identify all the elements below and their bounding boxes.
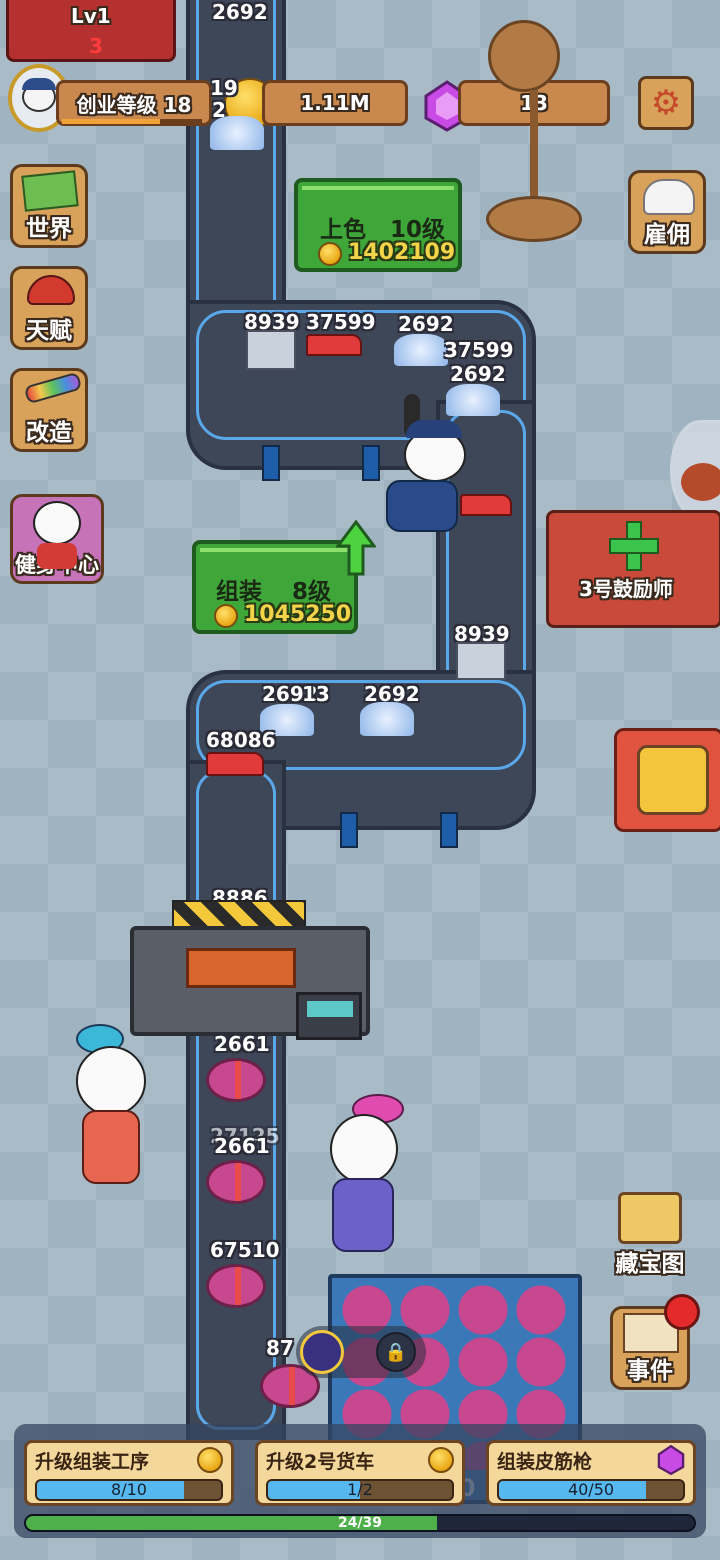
station-paint-name: 上色 bbox=[320, 217, 366, 243]
upgrade-arrow-icon bbox=[335, 519, 377, 576]
rabbit-gym-icon bbox=[33, 501, 81, 545]
station-paint-cost: 1402109 bbox=[348, 240, 456, 265]
station-assemble[interactable]: 组装 8级 1045250 bbox=[192, 540, 358, 634]
belt-leg bbox=[340, 812, 358, 848]
upgrade-truck-progress: 1/2 bbox=[266, 1479, 454, 1501]
item-count: 19 bbox=[210, 76, 238, 100]
red-gun-icon bbox=[306, 334, 362, 356]
treasure-chest-button[interactable] bbox=[614, 728, 720, 832]
level-stand[interactable]: Lv1 3 bbox=[6, 0, 176, 62]
upgrade-assembly-progress: 8/10 bbox=[35, 1479, 223, 1501]
item-count: 87 bbox=[266, 1336, 294, 1360]
red-gun-icon bbox=[460, 494, 512, 516]
level-stand-sub: 3 bbox=[89, 34, 103, 58]
ticket-icon bbox=[300, 1330, 344, 1374]
station-assemble-cost: 1045250 bbox=[244, 602, 352, 627]
fan-decoration bbox=[480, 0, 590, 250]
upgrade-assembly-title: 升级组装工序 bbox=[35, 1451, 150, 1473]
cap-icon bbox=[22, 78, 56, 90]
cheerleader-label: 3号鼓励师 bbox=[579, 577, 673, 601]
upgrade-slingshot-title: 组装皮筋枪 bbox=[497, 1451, 593, 1473]
upgrade-slingshot-card[interactable]: 组装皮筋枪 40/50 bbox=[486, 1440, 696, 1506]
belt-leg bbox=[262, 445, 280, 481]
upgrade-slingshot-progress: 40/50 bbox=[497, 1479, 685, 1501]
coin-icon bbox=[428, 1447, 454, 1473]
gym-button[interactable]: 健身中心 bbox=[10, 494, 104, 584]
remodel-button[interactable]: 改造 bbox=[10, 368, 88, 452]
rabbit-group-icon bbox=[643, 179, 695, 215]
station-assemble-name: 组装 bbox=[216, 579, 262, 605]
item-count: 2692 bbox=[450, 362, 506, 386]
coins-pill[interactable]: 1.11M bbox=[262, 80, 408, 126]
coins-value: 1.11M bbox=[300, 91, 370, 115]
diamond-pile-icon bbox=[394, 334, 448, 366]
rabbit-worker-blue-kimono[interactable] bbox=[322, 1094, 422, 1260]
red-gun-icon bbox=[206, 752, 264, 776]
red-outfit-icon bbox=[37, 543, 77, 569]
item-count: 67510 bbox=[210, 1238, 280, 1262]
item-count: 2661 bbox=[214, 1134, 270, 1158]
notification-dot bbox=[664, 1294, 700, 1330]
talent-label: 天赋 bbox=[26, 318, 72, 344]
locked-slot-button[interactable]: 🔒 bbox=[296, 1326, 426, 1378]
paint-roller-icon bbox=[23, 371, 83, 405]
world-label: 世界 bbox=[26, 216, 72, 242]
red-cap-icon bbox=[27, 275, 75, 305]
level-title: 创业等级 18 bbox=[76, 92, 192, 117]
chest-icon bbox=[637, 745, 709, 815]
upgrade-slingshot-progress-text: 40/50 bbox=[567, 1480, 615, 1499]
treasure-map-label: 藏宝图 bbox=[615, 1251, 685, 1277]
station-paint[interactable]: 上色 10级 1402109 bbox=[294, 178, 462, 272]
item-count: 13 bbox=[302, 682, 330, 706]
item-count: 68086 bbox=[206, 728, 276, 752]
upgrade-assembly-progress-text: 8/10 bbox=[111, 1480, 147, 1499]
hire-label: 雇佣 bbox=[644, 222, 690, 248]
upgrade-truck-card[interactable]: 升级2号货车 1/2 bbox=[255, 1440, 465, 1506]
gem-icon bbox=[657, 1444, 685, 1476]
upgrade-truck-title: 升级2号货车 bbox=[266, 1451, 375, 1473]
cake-item bbox=[206, 1160, 266, 1204]
belt-leg bbox=[440, 812, 458, 848]
cheerleader-booth[interactable]: 3号鼓励师 bbox=[546, 510, 720, 628]
item-count: 2661 bbox=[214, 1032, 270, 1056]
coin-icon bbox=[197, 1447, 223, 1473]
overall-progress-bar: 24/39 bbox=[24, 1514, 696, 1532]
upgrade-assembly-card[interactable]: 升级组装工序 8/10 bbox=[24, 1440, 234, 1506]
cake-item bbox=[206, 1264, 266, 1308]
lock-icon: 🔒 bbox=[376, 1332, 416, 1372]
item-count: 2692 bbox=[212, 0, 268, 24]
hire-button[interactable]: 雇佣 bbox=[628, 170, 706, 254]
item-count: 37599 bbox=[444, 338, 514, 362]
item-count: 37599 bbox=[306, 310, 376, 334]
coin-icon bbox=[214, 604, 238, 628]
level-progress-bar bbox=[62, 119, 202, 124]
overall-progress-text: 24/39 bbox=[337, 1515, 383, 1531]
police-rabbit-worker[interactable] bbox=[376, 394, 472, 550]
power-ball-button[interactable] bbox=[670, 420, 720, 520]
frame-item-icon bbox=[246, 330, 296, 370]
map-icon bbox=[21, 170, 79, 212]
item-count: 2692 bbox=[398, 312, 454, 336]
diamond-pile-icon bbox=[360, 702, 414, 736]
station-paint-level: 10级 bbox=[390, 217, 446, 243]
diamond-pile-icon bbox=[210, 116, 264, 150]
treasure-map-button[interactable]: 藏宝图 bbox=[610, 1188, 690, 1280]
upgrade-truck-progress-text: 1/2 bbox=[347, 1480, 373, 1499]
plus-icon bbox=[609, 521, 659, 571]
scroll-map-icon bbox=[618, 1192, 682, 1244]
remodel-label: 改造 bbox=[26, 420, 72, 446]
gear-icon: ⚙ bbox=[650, 83, 682, 123]
settings-button[interactable]: ⚙ bbox=[638, 76, 694, 130]
talent-button[interactable]: 天赋 bbox=[10, 266, 88, 350]
rabbit-worker-red-kimono[interactable] bbox=[56, 1024, 156, 1194]
events-label: 事件 bbox=[627, 1358, 673, 1384]
station-assemble-level: 8级 bbox=[292, 579, 332, 605]
cake-item bbox=[206, 1058, 266, 1102]
world-button[interactable]: 世界 bbox=[10, 164, 88, 248]
frame-item-icon bbox=[456, 642, 506, 680]
coin-icon bbox=[318, 242, 342, 266]
level-stand-label: Lv1 bbox=[71, 4, 111, 28]
